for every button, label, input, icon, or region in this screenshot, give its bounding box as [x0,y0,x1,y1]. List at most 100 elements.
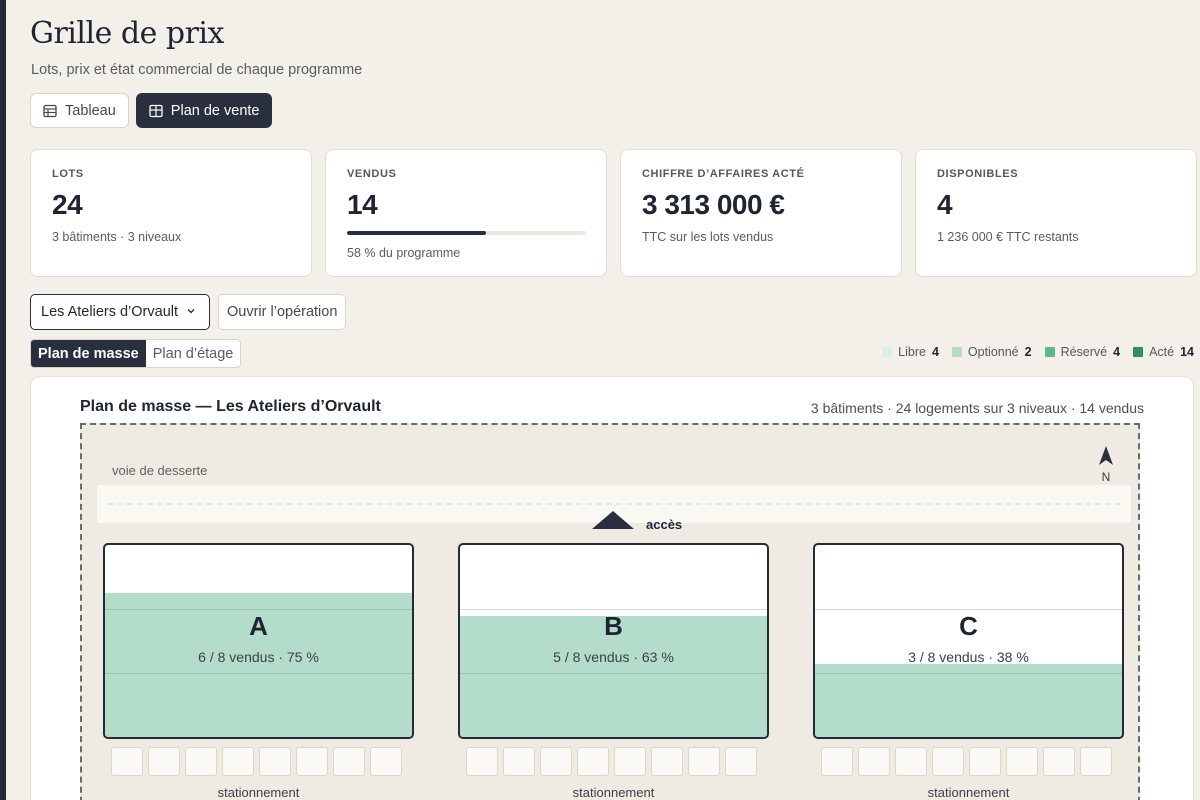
kpi-note: TTC sur les lots vendus [642,230,774,244]
parking-slot [821,747,853,776]
operation-select[interactable]: Les Ateliers d’Orvault [30,294,210,330]
building-sales-stat: 6 / 8 vendus · 75 % [198,649,319,665]
legend-count: 2 [1024,345,1032,359]
site-plan-summary: 3 bâtiments · 24 logements sur 3 niveaux… [810,400,1144,416]
parking-slot [858,747,890,776]
floor-line [105,673,412,674]
legend-swatch [951,347,962,357]
north-arrow-icon [1099,446,1113,465]
plan-de-vente-view-button[interactable]: Plan de vente [135,93,273,128]
legend-item-acte: Acté 14 [1133,345,1194,359]
kpi-value: 24 [52,189,83,220]
kpi-card-chiffre-affaires: CHIFFRE D’AFFAIRES ACTÉ 3 313 000 € TTC … [620,149,902,277]
kpi-note: 58 % du programme [347,246,461,260]
kpi-label: DISPONIBLES [937,168,1019,180]
parking-label: stationnement [572,785,655,800]
parking-label: stationnement [217,785,300,800]
building-sold-fill [815,664,1122,737]
chevron-down-icon [186,304,196,320]
access-arrow-icon [592,510,634,529]
kpi-note: 3 bâtiments · 3 niveaux [52,230,182,244]
kpi-label: LOTS [52,168,84,180]
parking-slot [259,747,291,776]
building-sales-stat: 3 / 8 vendus · 38 % [908,649,1029,665]
legend-label: Réservé [1060,345,1108,359]
page-title: Grille de prix [30,16,224,51]
kpi-card-lots: LOTS 24 3 bâtiments · 3 niveaux [30,149,312,277]
legend-item-libre: Libre 4 [882,345,939,359]
kpi-label: VENDUS [347,168,397,180]
legend-count: 14 [1180,345,1194,359]
parking-slot [688,747,720,776]
floor-line [815,609,1122,610]
road-centerline [107,503,1121,505]
building-b[interactable]: B 5 / 8 vendus · 63 % [458,543,769,739]
table-icon [43,104,57,118]
parking-slot [725,747,757,776]
parking-label: stationnement [927,785,1010,800]
building-a[interactable]: A 6 / 8 vendus · 75 % [103,543,414,739]
building-c[interactable]: C 3 / 8 vendus · 38 % [813,543,1124,739]
kpi-note: 1 236 000 € TTC restants [937,230,1079,244]
sales-progress-fill [347,231,486,235]
app-sidebar-edge [0,0,6,800]
kpi-label: CHIFFRE D’AFFAIRES ACTÉ [642,168,805,180]
north-label: N [1101,470,1111,484]
tab-plan-d-etage[interactable]: Plan d’étage [146,340,241,367]
tab-plan-de-masse[interactable]: Plan de masse [31,340,146,367]
legend-label: Libre [898,345,926,359]
floor-line [105,609,412,610]
legend-swatch [1133,347,1144,357]
legend-label: Optionné [967,345,1019,359]
site-boundary: voie de desserte N accès A 6 / 8 vendus … [80,423,1140,800]
legend-count: 4 [931,345,939,359]
legend-item-reserve: Réservé 4 [1044,345,1121,359]
parking-slot [296,747,328,776]
floor-line [815,673,1122,674]
layout-grid-icon [149,104,163,118]
view-toggle: Tableau Plan de vente [30,93,273,128]
parking-slot [1043,747,1075,776]
parking-row-a [111,747,402,776]
building-sales-stat: 5 / 8 vendus · 63 % [553,649,674,665]
legend-item-optionne: Optionné 2 [951,345,1032,359]
tableau-view-label: Tableau [65,102,116,119]
kpi-value: 14 [347,189,378,220]
operation-select-value: Les Ateliers d’Orvault [41,304,179,320]
parking-slot [148,747,180,776]
tableau-view-button[interactable]: Tableau [30,93,129,128]
site-access: accès [592,507,682,532]
legend-count: 4 [1113,345,1121,359]
parking-slot [577,747,609,776]
parking-slot [222,747,254,776]
kpi-value: 3 313 000 € [642,189,785,220]
north-indicator: N [1096,445,1116,484]
parking-row-c [821,747,1112,776]
parking-slot [932,747,964,776]
parking-slot [185,747,217,776]
access-label: accès [646,517,683,532]
floor-line [460,673,767,674]
parking-slot [1080,747,1112,776]
legend-label: Acté [1149,345,1175,359]
building-letter: A [249,611,268,641]
kpi-row: LOTS 24 3 bâtiments · 3 niveaux VENDUS 1… [30,149,1197,277]
parking-slot [370,747,402,776]
site-plan-card: Plan de masse — Les Ateliers d’Orvault 3… [30,376,1194,800]
parking-slot [503,747,535,776]
parking-slot [333,747,365,776]
legend-swatch [1044,347,1055,357]
plan-tabs: Plan de masse Plan d’étage [30,339,242,368]
open-operation-button[interactable]: Ouvrir l’opération [218,294,347,330]
floor-line [460,609,767,610]
plan-de-vente-view-label: Plan de vente [170,102,260,119]
page-subtitle: Lots, prix et état commercial de chaque … [31,62,363,78]
road-label: voie de desserte [112,463,208,478]
parking-slot [466,747,498,776]
building-letter: C [959,611,978,641]
legend-swatch [882,347,893,357]
parking-slot [614,747,646,776]
building-letter: B [604,611,623,641]
sales-progress-bar [347,231,586,235]
site-plan-title: Plan de masse — Les Ateliers d’Orvault [80,398,381,415]
